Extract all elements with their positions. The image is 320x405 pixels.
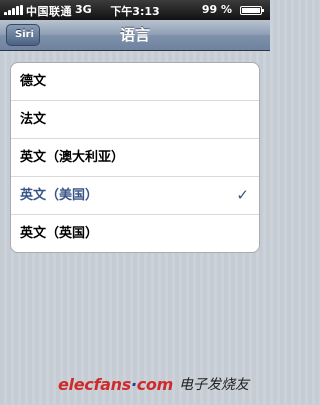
- language-row[interactable]: 英文（澳大利亚）: [11, 138, 259, 176]
- back-button[interactable]: Siri: [6, 24, 40, 46]
- back-button-label: Siri: [15, 29, 34, 40]
- page-title: 语言: [119, 26, 150, 44]
- watermark: elecfans·com 电子发烧友: [58, 370, 268, 398]
- language-label: 英文（英国）: [20, 226, 99, 241]
- language-label: 德文: [20, 74, 47, 89]
- battery-icon: [240, 6, 264, 15]
- watermark-logo-main: elecfans: [58, 374, 131, 394]
- language-label: 法文: [20, 112, 47, 127]
- language-row[interactable]: 法文: [11, 100, 259, 138]
- battery-percentage: 99 %: [201, 3, 232, 16]
- watermark-logo: elecfans·com: [58, 375, 173, 394]
- language-row[interactable]: 英文（英国）: [11, 214, 259, 252]
- language-label: 英文（澳大利亚）: [20, 150, 125, 165]
- watermark-logo-com: com: [136, 374, 174, 394]
- checkmark-icon: ✓: [236, 186, 249, 204]
- language-list: 德文法文英文（澳大利亚） 英文（美国） ✓ 英文（英国）: [10, 62, 260, 253]
- navigation-bar: Siri 语言: [0, 20, 270, 51]
- watermark-chinese: 电子发烧友: [178, 377, 249, 393]
- battery-fill: [242, 8, 260, 13]
- language-row[interactable]: 英文（美国） ✓: [11, 176, 259, 214]
- language-row[interactable]: 德文: [11, 63, 259, 100]
- status-bar: 中国联通 3G 下午3:13 99 %: [0, 0, 270, 20]
- language-label: 英文（美国）: [20, 188, 99, 203]
